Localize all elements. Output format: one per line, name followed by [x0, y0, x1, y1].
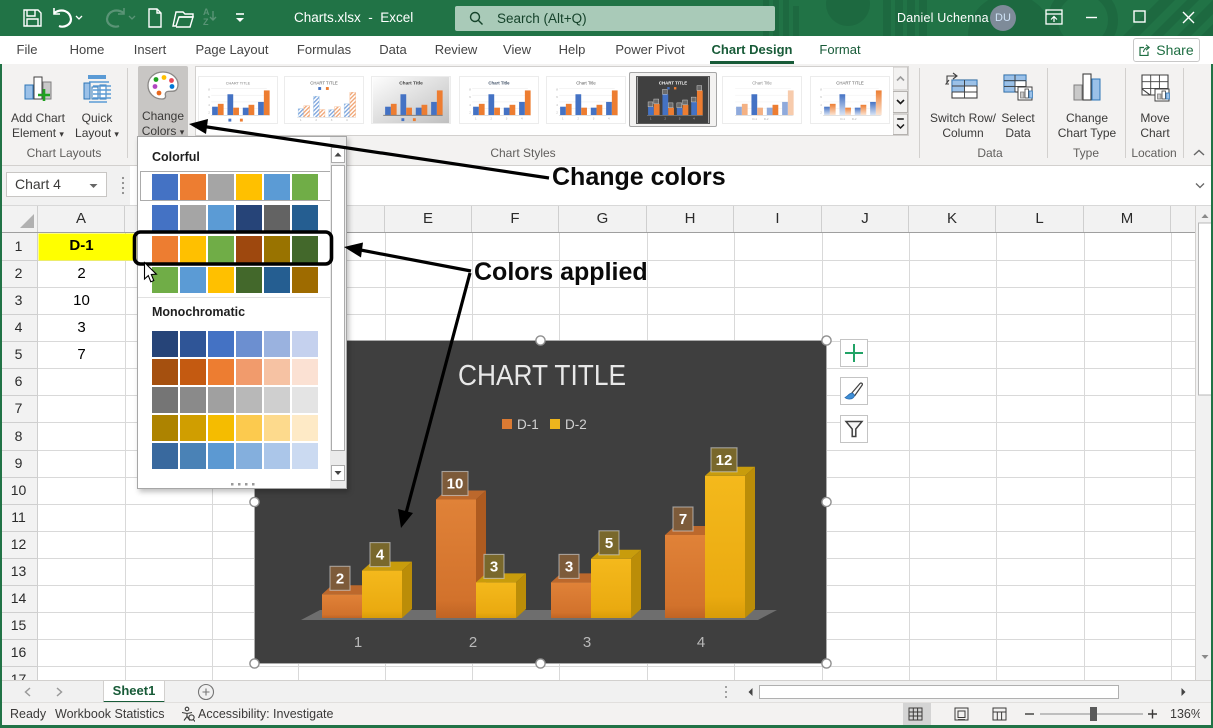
svg-text:5: 5	[605, 535, 613, 552]
svg-text:2: 2	[469, 634, 477, 651]
svg-text:8: 8	[208, 87, 210, 91]
svg-text:8: 8	[556, 87, 558, 91]
svg-text:2: 2	[556, 110, 558, 114]
svg-text:1: 1	[354, 634, 362, 651]
svg-text:6: 6	[469, 95, 471, 99]
svg-text:2: 2	[577, 117, 579, 121]
svg-text:D-1: D-1	[517, 417, 539, 432]
svg-text:8: 8	[820, 87, 822, 91]
svg-text:4: 4	[556, 103, 558, 107]
svg-text:Chart Title: Chart Title	[399, 81, 423, 87]
svg-text:3: 3	[490, 558, 498, 575]
svg-text:CHART TITLE: CHART TITLE	[659, 81, 687, 86]
svg-text:3: 3	[506, 117, 508, 121]
svg-text:Chart Title: Chart Title	[576, 81, 596, 86]
svg-text:1: 1	[300, 118, 302, 122]
svg-text:2: 2	[208, 110, 210, 114]
svg-text:CHART TITLE: CHART TITLE	[226, 82, 251, 86]
svg-text:D-1: D-1	[840, 117, 845, 121]
svg-text:A: A	[203, 7, 210, 17]
svg-text:8: 8	[469, 87, 471, 91]
svg-text:Chart Title: Chart Title	[488, 81, 510, 86]
svg-text:7: 7	[679, 511, 687, 528]
svg-text:Z: Z	[203, 17, 209, 27]
svg-text:4: 4	[697, 634, 705, 651]
svg-text:4: 4	[469, 103, 471, 107]
svg-text:6: 6	[556, 95, 558, 99]
svg-text:136%: 136%	[1170, 707, 1200, 721]
svg-text:CHART TITLE: CHART TITLE	[458, 360, 626, 392]
svg-text:Chart Title: Chart Title	[752, 81, 772, 86]
svg-text:3: 3	[593, 117, 595, 121]
svg-text:4: 4	[608, 117, 610, 121]
svg-text:D-2: D-2	[852, 117, 857, 121]
svg-text:4: 4	[208, 103, 210, 107]
svg-text:4: 4	[376, 547, 385, 564]
svg-text:4: 4	[346, 118, 348, 122]
svg-text:3: 3	[331, 118, 333, 122]
svg-text:1: 1	[562, 117, 564, 121]
svg-text:D-2: D-2	[565, 417, 587, 432]
svg-text:6: 6	[208, 95, 210, 99]
svg-text:2: 2	[469, 110, 471, 114]
svg-text:6: 6	[820, 95, 822, 99]
svg-text:2: 2	[820, 110, 822, 114]
svg-text:1: 1	[475, 117, 477, 121]
svg-text:12: 12	[716, 452, 733, 469]
svg-text:D-1: D-1	[752, 117, 757, 121]
svg-text:2: 2	[336, 570, 344, 587]
svg-text:2: 2	[490, 117, 492, 121]
svg-text:10: 10	[447, 476, 464, 493]
svg-text:D-2: D-2	[764, 117, 769, 121]
svg-text:4: 4	[820, 103, 822, 107]
svg-text:2: 2	[315, 118, 317, 122]
svg-text:3: 3	[583, 634, 591, 651]
svg-text:4: 4	[521, 117, 523, 121]
svg-text:CHART TITLE: CHART TITLE	[836, 81, 864, 86]
svg-text:CHART TITLE: CHART TITLE	[310, 81, 338, 86]
svg-text:3: 3	[565, 558, 573, 575]
